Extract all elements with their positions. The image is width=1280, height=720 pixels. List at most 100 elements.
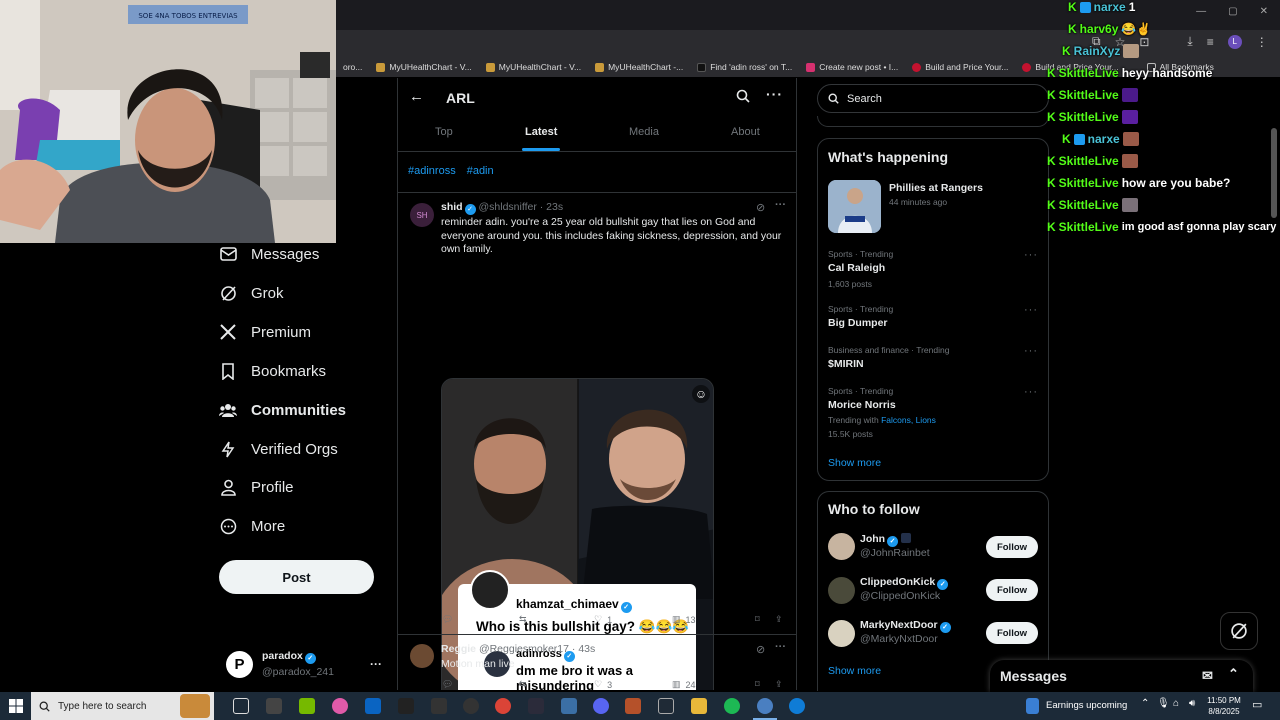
- edge-icon[interactable]: [789, 698, 805, 714]
- views-button[interactable]: ▥ 24: [672, 679, 696, 690]
- task-view-icon[interactable]: [233, 698, 249, 714]
- trend-item[interactable]: Sports · Trending Cal Raleigh 1,603 post…: [828, 249, 1038, 289]
- account-switcher[interactable]: P paradox ✓ @paradox_241 ···: [226, 648, 386, 680]
- microphone-icon[interactable]: 🎙︎: [1157, 698, 1170, 709]
- spotify-icon[interactable]: [724, 698, 740, 714]
- post-button[interactable]: Post: [219, 560, 374, 594]
- share-icon[interactable]: ⇪: [775, 614, 783, 625]
- page-scrollbar[interactable]: [1271, 128, 1277, 218]
- tweet[interactable]: SH shid ✓ @shldsniffer · 23s ⊘ ··· remind…: [398, 193, 796, 690]
- outlook-icon[interactable]: [365, 698, 381, 714]
- retweet-icon[interactable]: ⇆: [519, 679, 527, 690]
- app-icon[interactable]: [463, 698, 479, 714]
- messages-drawer[interactable]: Messages ✉ ⌃: [990, 660, 1253, 692]
- like-button[interactable]: ♡ 1: [594, 614, 612, 625]
- retweet-icon[interactable]: ⇆: [519, 614, 527, 625]
- chrome-icon[interactable]: [495, 698, 511, 714]
- follow-button[interactable]: Follow: [986, 536, 1038, 558]
- bookmark-item[interactable]: MyUHealthChart -...: [588, 62, 690, 72]
- tweet-author-handle[interactable]: @Reggiesmoker17: [479, 643, 569, 655]
- tweet-more-icon[interactable]: ···: [775, 641, 786, 653]
- chevron-up-icon[interactable]: ⌃: [1141, 698, 1149, 709]
- trend-more-icon[interactable]: ···: [1024, 386, 1038, 398]
- nav-more[interactable]: More: [219, 517, 285, 535]
- nav-messages[interactable]: Messages: [219, 245, 319, 263]
- trend-links[interactable]: Falcons, Lions: [881, 415, 936, 425]
- menu-icon[interactable]: ⋮: [1256, 35, 1268, 49]
- taskbar-search-input[interactable]: Type here to search: [31, 692, 214, 720]
- tweet-author-handle[interactable]: @shldsniffer: [479, 201, 537, 213]
- bookmark-item[interactable]: oro...: [336, 62, 369, 72]
- grok-icon[interactable]: ⊘: [756, 643, 765, 656]
- split-view-icon[interactable]: ⊡: [1139, 35, 1149, 49]
- avatar[interactable]: [828, 533, 855, 560]
- clock[interactable]: 11:50 PM 8/8/2025: [1204, 695, 1244, 717]
- tweet-more-icon[interactable]: ···: [775, 199, 786, 211]
- download-icon[interactable]: ⤓: [1187, 34, 1192, 49]
- like-button[interactable]: ♡ 3: [594, 679, 612, 690]
- nav-bookmarks[interactable]: Bookmarks: [219, 362, 326, 380]
- expand-icon[interactable]: ⌃: [1228, 666, 1239, 682]
- close-icon[interactable]: ✕: [1260, 6, 1268, 17]
- trend-item[interactable]: Sports · Trending Morice Norris Trending…: [828, 386, 1038, 439]
- tab-top[interactable]: Top: [435, 126, 453, 138]
- avatar[interactable]: [828, 620, 855, 647]
- network-icon[interactable]: ⌂: [1173, 698, 1179, 709]
- follow-button[interactable]: Follow: [986, 579, 1038, 601]
- nvidia-icon[interactable]: [299, 698, 315, 714]
- chrome-active-icon[interactable]: [757, 698, 773, 714]
- tab-about[interactable]: About: [731, 126, 760, 138]
- tweet-author-name[interactable]: Reggie: [441, 643, 476, 655]
- copilot-icon[interactable]: [332, 698, 348, 714]
- bookmark-item[interactable]: Build and Price Your...: [905, 62, 1015, 72]
- bookmark-icon[interactable]: ⌑: [755, 679, 760, 690]
- back-arrow-icon[interactable]: ←: [409, 88, 424, 105]
- search-icon[interactable]: [736, 89, 750, 108]
- bookmark-item[interactable]: Find 'adin ross' on T...: [690, 62, 799, 72]
- reading-list-icon[interactable]: ≡: [1207, 35, 1214, 49]
- reply-icon[interactable]: 💬︎: [442, 679, 453, 690]
- widget-news[interactable]: Earnings upcoming: [1046, 700, 1127, 711]
- app-icon[interactable]: [561, 698, 577, 714]
- show-more-link[interactable]: Show more: [828, 457, 881, 469]
- follow-button[interactable]: Follow: [986, 622, 1038, 644]
- nav-grok[interactable]: Grok: [219, 284, 284, 302]
- reply-icon[interactable]: 💬︎: [442, 614, 453, 625]
- app-icon[interactable]: [528, 698, 544, 714]
- tweet-author-name[interactable]: shid: [441, 201, 463, 213]
- trend-image[interactable]: [828, 180, 881, 233]
- app-icon[interactable]: [398, 698, 414, 714]
- bookmark-item[interactable]: MyUHealthChart - V...: [369, 62, 478, 72]
- winrar-icon[interactable]: [625, 698, 641, 714]
- app-icon[interactable]: [266, 698, 282, 714]
- grok-floating-button[interactable]: [1220, 612, 1258, 650]
- minimize-icon[interactable]: —: [1196, 6, 1206, 17]
- nav-premium[interactable]: Premium: [219, 323, 311, 341]
- file-explorer-icon[interactable]: [691, 698, 707, 714]
- trend-item[interactable]: Business and finance · Trending $MIRIN: [828, 345, 1038, 370]
- trend-more-icon[interactable]: ···: [1024, 249, 1038, 261]
- bookmark-item[interactable]: Create new post • I...: [799, 62, 905, 72]
- share-icon[interactable]: ⇪: [775, 679, 783, 690]
- tweet-time[interactable]: · 43s: [572, 643, 595, 655]
- avatar[interactable]: SH: [410, 203, 434, 227]
- hashtag-link[interactable]: #adin: [467, 165, 494, 177]
- featured-trend-title[interactable]: Phillies at Rangers: [889, 182, 983, 194]
- nav-profile[interactable]: Profile: [219, 478, 294, 496]
- account-more-icon[interactable]: ···: [370, 657, 382, 671]
- tweet[interactable]: Reggie @Reggiesmoker17 · 43s ⊘ ··· Motio…: [398, 635, 796, 690]
- notification-icon[interactable]: ▭: [1252, 698, 1262, 711]
- trend-more-icon[interactable]: ···: [1024, 304, 1038, 316]
- tweet-time[interactable]: · 23s: [540, 201, 563, 213]
- avatar[interactable]: [410, 644, 434, 668]
- new-message-icon[interactable]: ✉: [1202, 668, 1213, 684]
- search-input[interactable]: Search: [817, 84, 1049, 113]
- views-button[interactable]: ▥ 13: [672, 614, 696, 625]
- bookmark-icon[interactable]: ⌑: [755, 614, 760, 625]
- profile-avatar[interactable]: L: [1227, 34, 1242, 49]
- trend-item[interactable]: Sports · Trending Big Dumper: [828, 304, 1038, 329]
- bookmark-item[interactable]: MyUHealthChart - V...: [479, 62, 588, 72]
- avatar[interactable]: [828, 577, 855, 604]
- grok-icon[interactable]: ⊘: [756, 201, 765, 214]
- stocks-icon[interactable]: [1026, 698, 1039, 714]
